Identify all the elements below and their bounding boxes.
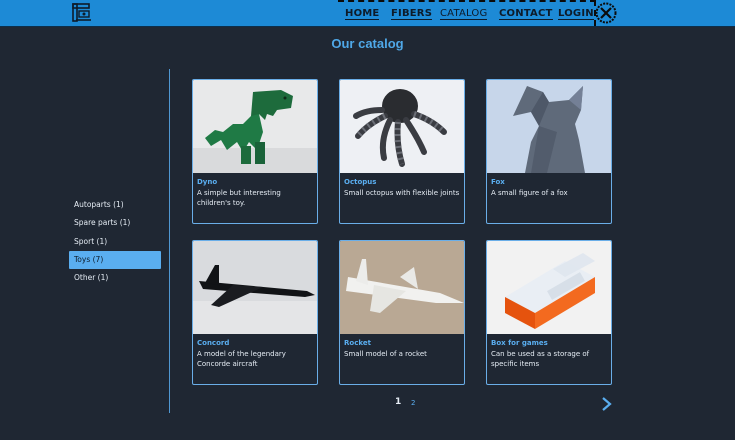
product-description: Small model of a rocket (344, 350, 427, 358)
product-name: Box for games (491, 339, 548, 347)
product-description: Can be used as a storage of specific ite… (491, 350, 590, 368)
nav-home[interactable]: HOME (345, 8, 380, 20)
product-card-octopus[interactable]: Octopus Small octopus with flexible join… (339, 79, 465, 224)
category-toys[interactable]: Toys (7) (69, 250, 161, 269)
page-title: Our catalog (331, 36, 404, 51)
product-description: A small figure of a fox (491, 189, 568, 197)
product-description: Small octopus with flexible joints (344, 189, 460, 197)
product-image-fox (487, 80, 611, 173)
top-navbar: HOME FIBERS CATALOG CONTACT LOGIN (0, 0, 735, 26)
nav-fibers[interactable]: FIBERS (391, 8, 433, 20)
sidebar-divider (169, 69, 170, 413)
product-image-concord (193, 241, 317, 334)
close-icon[interactable] (594, 1, 618, 25)
logo-icon[interactable] (72, 3, 92, 22)
product-name: Dyno (197, 178, 218, 186)
nav-catalog[interactable]: CATALOG (440, 8, 488, 20)
nav-menu: HOME FIBERS CATALOG CONTACT LOGIN (338, 0, 596, 26)
product-card-rocket[interactable]: Rocket Small model of a rocket (339, 240, 465, 385)
category-autoparts[interactable]: Autoparts (1) (69, 196, 161, 214)
chevron-right-icon[interactable] (599, 396, 613, 412)
category-spare-parts[interactable]: Spare parts (1) (69, 214, 161, 232)
category-other[interactable]: Other (1) (69, 269, 161, 287)
nav-contact[interactable]: CONTACT (499, 8, 553, 20)
category-sport[interactable]: Sport (1) (69, 233, 161, 251)
product-name: Rocket (344, 339, 371, 347)
product-card-dyno[interactable]: Dyno A simple but interesting children's… (192, 79, 318, 224)
page-1-link[interactable]: 1 (395, 397, 401, 407)
nav-login[interactable]: LOGIN (558, 8, 594, 20)
product-image-dyno (193, 80, 317, 173)
product-name: Octopus (344, 178, 377, 186)
product-card-concord[interactable]: Concord A model of the legendary Concord… (192, 240, 318, 385)
product-card-fox[interactable]: Fox A small figure of a fox (486, 79, 612, 224)
product-card-box-for-games[interactable]: Box for games Can be used as a storage o… (486, 240, 612, 385)
page-2-link[interactable]: 2 (411, 399, 415, 407)
category-sidebar: Autoparts (1) Spare parts (1) Sport (1) … (69, 196, 161, 287)
product-image-octopus (340, 80, 464, 173)
product-name: Fox (491, 178, 505, 186)
product-description: A simple but interesting children's toy. (197, 189, 281, 207)
product-name: Concord (197, 339, 230, 347)
product-description: A model of the legendary Concorde aircra… (197, 350, 286, 368)
product-image-rocket (340, 241, 464, 334)
product-image-box-for-games (487, 241, 611, 334)
